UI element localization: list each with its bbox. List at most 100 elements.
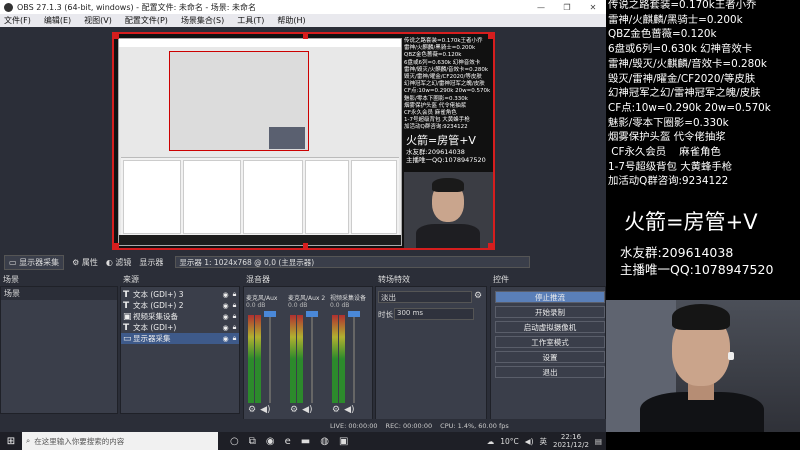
studio-mode-button[interactable]: 工作室模式 bbox=[495, 336, 605, 348]
source-item[interactable]: T 文本 (GDI+) 2 ◉ 🔒︎ bbox=[121, 300, 239, 311]
close-button[interactable]: ✕ bbox=[580, 3, 606, 12]
display-select[interactable]: 显示器 1: 1024x768 @ 0,0 (主显示器) bbox=[175, 256, 531, 268]
menu-help[interactable]: 帮助(H) bbox=[277, 15, 305, 26]
source-item[interactable]: T 文本 (GDI+) ◉ 🔒︎ bbox=[121, 322, 239, 333]
start-virtual-camera-button[interactable]: 启动虚拟摄像机 bbox=[495, 321, 605, 333]
eye-icon[interactable]: ◉ bbox=[221, 291, 230, 299]
volume-fader[interactable] bbox=[264, 311, 276, 317]
fader-track bbox=[311, 315, 313, 403]
lock-icon[interactable]: 🔒︎ bbox=[230, 334, 239, 343]
lock-icon[interactable]: 🔒︎ bbox=[230, 301, 239, 310]
taskbar-apps: ○ ⧉ ◉ e ▬ ◍ ▣ bbox=[230, 436, 348, 447]
earbud-icon bbox=[728, 352, 734, 360]
lock-icon[interactable]: 🔒︎ bbox=[230, 312, 239, 321]
resize-handle-tl[interactable] bbox=[114, 34, 119, 39]
duration-input[interactable]: 300 ms bbox=[394, 308, 474, 320]
mixer-channel: 视频采集设备 0.0 dB ⚙ ◀) bbox=[330, 293, 370, 415]
gear-icon[interactable]: ⚙ bbox=[290, 405, 298, 415]
text-source-icon: T bbox=[123, 322, 130, 333]
system-tray: ☁ 10°C ◀) 英 22:16 2021/12/2 ▤ bbox=[487, 433, 606, 449]
eye-icon[interactable]: ◉ bbox=[221, 313, 230, 321]
speaker-icon[interactable]: ◀) bbox=[344, 405, 354, 415]
source-item-selected[interactable]: ▭ 显示器采集 ◉ 🔒︎ bbox=[121, 333, 239, 344]
sources-title: 来源 bbox=[123, 275, 139, 284]
settings-button[interactable]: 设置 bbox=[495, 351, 605, 363]
volume-meter bbox=[339, 315, 345, 403]
mixer-title: 混音器 bbox=[246, 275, 270, 284]
resize-handle-bl[interactable] bbox=[114, 243, 119, 248]
maximize-button[interactable]: ❐ bbox=[554, 3, 580, 12]
speaker-icon[interactable]: ◀) bbox=[302, 405, 312, 415]
channel-label: 麦克风/Aux 2 bbox=[288, 295, 326, 302]
minimize-button[interactable]: — bbox=[528, 3, 554, 12]
filter-icon: ◐ bbox=[105, 257, 116, 267]
fader-track bbox=[269, 315, 271, 403]
volume-fader[interactable] bbox=[348, 311, 360, 317]
properties-button[interactable]: ⚙ 属性 bbox=[72, 257, 98, 268]
cortana-icon[interactable]: ○ bbox=[230, 436, 239, 447]
lock-icon[interactable]: 🔒︎ bbox=[230, 290, 239, 299]
chrome-icon[interactable]: ◍ bbox=[320, 436, 329, 447]
edge-icon[interactable]: e bbox=[285, 436, 291, 447]
mixer-dock: 混音器 麦克风/Aux 0.0 dB ⚙ ◀) 麦克风/Aux 2 0.0 dB bbox=[243, 274, 373, 432]
channel-label: 视频采集设备 bbox=[330, 295, 367, 302]
task-view-icon[interactable]: ⧉ bbox=[249, 436, 256, 447]
resize-handle-br[interactable] bbox=[488, 243, 493, 248]
start-recording-button[interactable]: 开始录制 bbox=[495, 306, 605, 318]
rec-status: REC: 00:00:00 bbox=[385, 421, 433, 430]
volume-icon[interactable]: ◀) bbox=[525, 437, 534, 446]
lock-icon[interactable]: 🔒︎ bbox=[230, 323, 239, 332]
channel-label: 麦克风/Aux bbox=[246, 295, 278, 302]
scene-item[interactable]: 场景 bbox=[1, 287, 117, 300]
source-item[interactable]: ▣ 视频采集设备 ◉ 🔒︎ bbox=[121, 311, 239, 322]
menu-tools[interactable]: 工具(T) bbox=[237, 15, 264, 26]
fader-track bbox=[353, 315, 355, 403]
gear-icon[interactable]: ⚙ bbox=[474, 291, 482, 301]
channel-db: 0.0 dB bbox=[330, 302, 350, 309]
resize-handle-t[interactable] bbox=[303, 34, 308, 39]
menu-file[interactable]: 文件(F) bbox=[4, 15, 31, 26]
eye-icon[interactable]: ◉ bbox=[221, 324, 230, 332]
transitions-title: 转场特效 bbox=[378, 275, 410, 284]
live-status: LIVE: 00:00:00 bbox=[330, 421, 378, 430]
preview-area[interactable]: 传说之路套装=0.170k王者小乔 雷神/火麒麟/黑骑士=0.200k QBZ金… bbox=[0, 27, 606, 252]
menu-profile[interactable]: 配置文件(P) bbox=[125, 15, 168, 26]
menu-scene-collection[interactable]: 场景集合(S) bbox=[181, 15, 224, 26]
exit-button[interactable]: 退出 bbox=[495, 366, 605, 378]
menu-view[interactable]: 视图(V) bbox=[84, 15, 112, 26]
mixer-body: 麦克风/Aux 0.0 dB ⚙ ◀) 麦克风/Aux 2 0.0 dB ⚙ ◀) bbox=[243, 286, 373, 432]
transitions-body: 淡出 ⚙ 时长 300 ms bbox=[375, 286, 487, 432]
mixer-channel: 麦克风/Aux 0.0 dB ⚙ ◀) bbox=[246, 293, 286, 415]
notification-icon[interactable]: ▤ bbox=[595, 437, 602, 446]
stream-overlay: 传说之路套装=0.170k王者小乔 雷神/火麒麟/黑骑士=0.200k QBZ金… bbox=[606, 0, 800, 300]
resize-handle-tr[interactable] bbox=[488, 34, 493, 39]
taskbar-search[interactable]: ⌕ 在这里输入你要搜索的内容 bbox=[22, 432, 218, 450]
preview-canvas[interactable]: 传说之路套装=0.170k王者小乔 雷神/火麒麟/黑骑士=0.200k QBZ金… bbox=[112, 32, 495, 250]
menu-edit[interactable]: 编辑(E) bbox=[44, 15, 71, 26]
preview-big-text: 火箭=房管+V bbox=[406, 134, 476, 147]
nested-docks bbox=[121, 157, 399, 235]
speaker-icon[interactable]: ◀) bbox=[260, 405, 270, 415]
monitor-icon: ▭ bbox=[9, 257, 20, 267]
clock[interactable]: 22:16 2021/12/2 bbox=[553, 433, 589, 449]
folder-icon[interactable]: ▬ bbox=[301, 436, 310, 447]
eye-icon[interactable]: ◉ bbox=[221, 302, 230, 310]
gear-icon[interactable]: ⚙ bbox=[248, 405, 256, 415]
filters-button[interactable]: ◐ 滤镜 bbox=[106, 257, 132, 268]
stop-streaming-button[interactable]: 停止推流 bbox=[495, 291, 605, 303]
resize-handle-b[interactable] bbox=[303, 243, 308, 248]
obs-app-icon[interactable]: ◉ bbox=[266, 436, 275, 447]
app-icon[interactable]: ▣ bbox=[339, 436, 348, 447]
windows-start-icon[interactable]: ⊞ bbox=[0, 436, 22, 447]
channel-db: 0.0 dB bbox=[246, 302, 266, 309]
source-item[interactable]: T 文本 (GDI+) 3 ◉ 🔒︎ bbox=[121, 289, 239, 300]
gear-icon[interactable]: ⚙ bbox=[332, 405, 340, 415]
ime-indicator[interactable]: 英 bbox=[540, 436, 548, 447]
eye-icon[interactable]: ◉ bbox=[221, 335, 230, 343]
volume-fader[interactable] bbox=[306, 311, 318, 317]
weather-icon[interactable]: ☁ bbox=[487, 437, 495, 446]
transition-select[interactable]: 淡出 bbox=[378, 291, 472, 303]
sources-list: T 文本 (GDI+) 3 ◉ 🔒︎ T 文本 (GDI+) 2 ◉ 🔒︎ ▣ … bbox=[120, 286, 240, 414]
webcam-feed bbox=[606, 300, 800, 432]
title-bar: OBS 27.1.3 (64-bit, windows) - 配置文件: 未命名… bbox=[0, 0, 606, 14]
